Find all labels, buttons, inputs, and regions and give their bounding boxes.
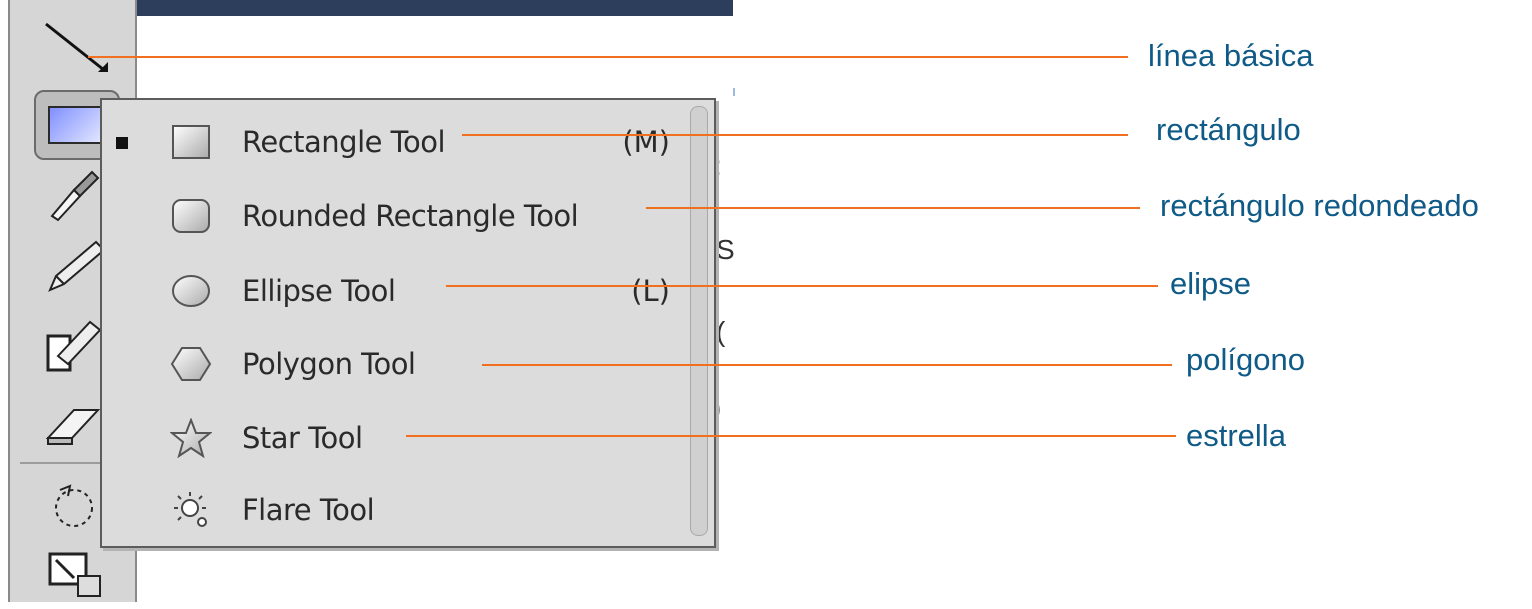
callout-line-basic-line (88, 56, 1128, 58)
menu-item-flare-tool[interactable]: Flare Tool (102, 474, 690, 544)
callout-label-rectangle: rectángulo (1156, 112, 1301, 147)
menu-item-shortcut: (M) (622, 125, 670, 159)
menu-item-label: Rounded Rectangle Tool (242, 199, 579, 233)
menu-item-ellipse-tool[interactable]: Ellipse Tool (L) (102, 255, 690, 325)
menu-item-label: Polygon Tool (242, 347, 416, 381)
callout-line-polygon (482, 364, 1172, 366)
menu-item-label: Ellipse Tool (242, 274, 396, 308)
window-top-band (133, 0, 733, 16)
callout-label-polygon: polígono (1186, 342, 1305, 377)
callout-line-ellipse (446, 285, 1158, 287)
flare-icon (174, 492, 207, 527)
rectangle-icon (172, 125, 210, 159)
callout-label-star: estrella (1186, 418, 1286, 453)
canvas-edge (733, 88, 735, 96)
menu-item-star-tool[interactable]: Star Tool (102, 402, 690, 472)
callout-line-rounded-rectangle (646, 207, 1140, 209)
rectangle-icon (48, 106, 108, 144)
menu-item-shortcut: (L) (631, 274, 670, 308)
polygon-icon (170, 347, 212, 381)
menu-scrollbar[interactable] (690, 106, 708, 536)
scale-icon (48, 552, 101, 597)
menu-item-label: Star Tool (242, 421, 363, 455)
callout-label-ellipse: elipse (1170, 266, 1251, 301)
menu-item-polygon-tool[interactable]: Polygon Tool (102, 328, 690, 398)
menu-item-rounded-rectangle-tool[interactable]: Rounded Rectangle Tool (102, 180, 690, 250)
callout-line-star (406, 435, 1176, 437)
checked-indicator (116, 137, 128, 149)
line-segment-icon (45, 22, 108, 72)
line-segment-tool[interactable] (34, 18, 114, 74)
bg-panel-fragment: ( (716, 316, 726, 347)
menu-item-rectangle-tool[interactable]: Rectangle Tool (M) (102, 106, 690, 176)
callout-line-rectangle (462, 134, 1128, 136)
bg-panel-fragment: S (716, 234, 735, 265)
scale-tool[interactable] (34, 548, 114, 604)
callout-label-rounded-rectangle: rectángulo redondeado (1160, 188, 1479, 223)
ellipse-icon (172, 275, 210, 307)
menu-item-label: Rectangle Tool (242, 125, 446, 159)
menu-item-label: Flare Tool (242, 493, 375, 527)
star-icon (170, 418, 212, 458)
callout-label-basic-line: línea básica (1148, 38, 1314, 73)
rounded-rectangle-icon (172, 199, 210, 233)
shape-tools-flyout-menu: Rectangle Tool (M) Rounded Rectangle Too… (100, 98, 716, 548)
